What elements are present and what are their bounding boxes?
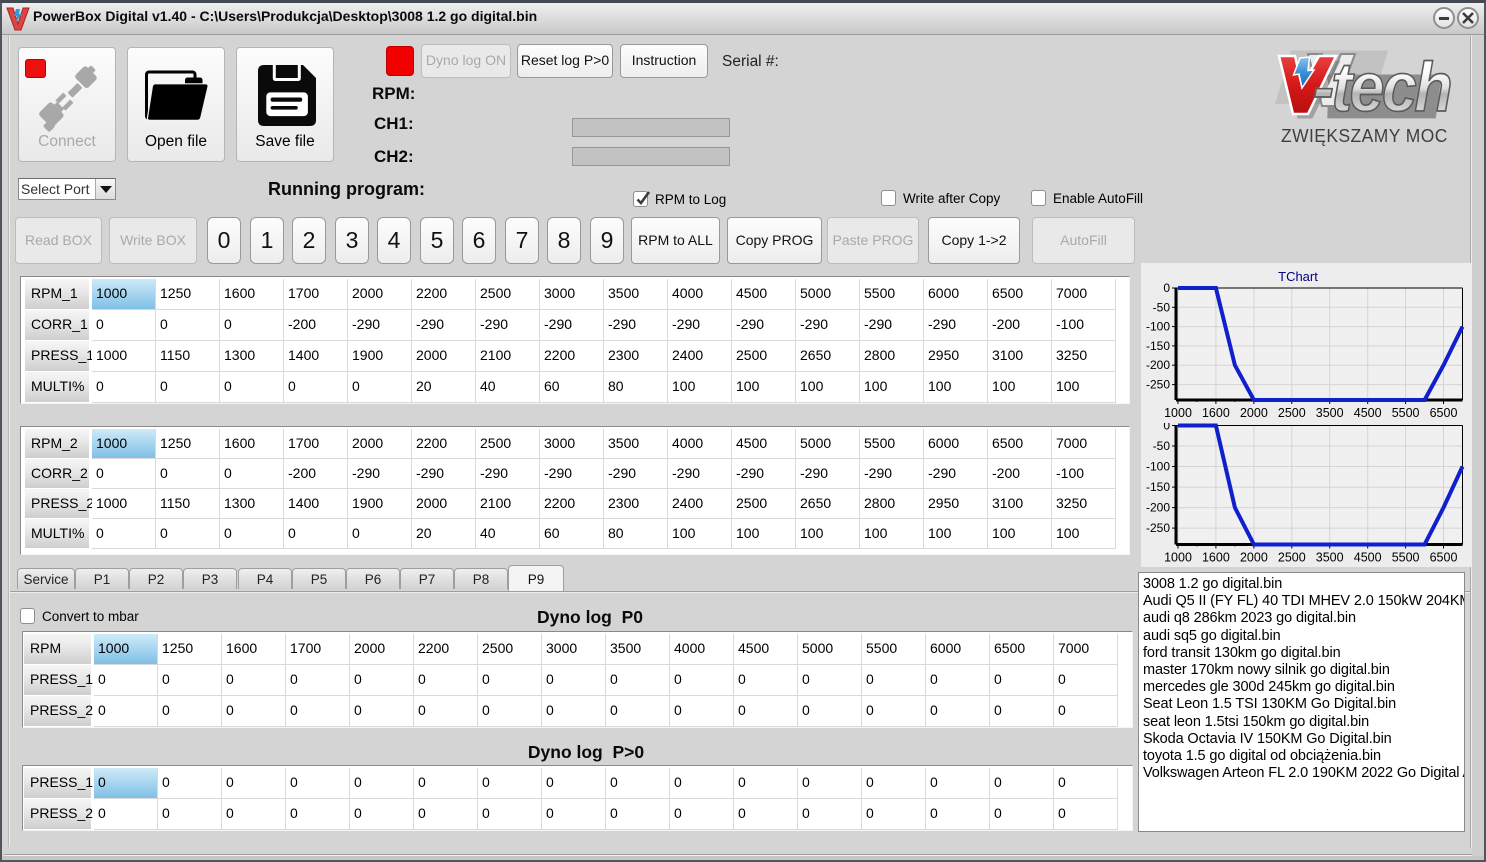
svg-text:-50: -50 bbox=[1153, 300, 1171, 314]
svg-text:-200: -200 bbox=[1146, 501, 1170, 515]
svg-text:0: 0 bbox=[1163, 423, 1170, 433]
svg-text:1000: 1000 bbox=[1164, 406, 1192, 420]
svg-text:-50: -50 bbox=[1153, 439, 1171, 453]
svg-text:1600: 1600 bbox=[1202, 551, 1230, 565]
svg-text:-100: -100 bbox=[1146, 320, 1170, 334]
svg-text:6500: 6500 bbox=[1430, 406, 1458, 420]
svg-text:-250: -250 bbox=[1146, 521, 1170, 535]
svg-text:4500: 4500 bbox=[1354, 406, 1382, 420]
svg-text:-250: -250 bbox=[1146, 378, 1170, 392]
svg-text:6500: 6500 bbox=[1430, 551, 1458, 565]
svg-text:2500: 2500 bbox=[1278, 551, 1306, 565]
svg-text:-100: -100 bbox=[1146, 460, 1170, 474]
svg-text:1000: 1000 bbox=[1164, 551, 1192, 565]
svg-text:4500: 4500 bbox=[1354, 551, 1382, 565]
svg-text:5500: 5500 bbox=[1392, 406, 1420, 420]
svg-text:3500: 3500 bbox=[1316, 551, 1344, 565]
svg-text:-150: -150 bbox=[1146, 339, 1170, 353]
svg-text:2500: 2500 bbox=[1278, 406, 1306, 420]
svg-text:5500: 5500 bbox=[1392, 551, 1420, 565]
svg-text:-200: -200 bbox=[1146, 358, 1170, 372]
svg-text:3500: 3500 bbox=[1316, 406, 1344, 420]
svg-text:TChart: TChart bbox=[1278, 269, 1318, 284]
svg-text:2000: 2000 bbox=[1240, 551, 1268, 565]
svg-text:1600: 1600 bbox=[1202, 406, 1230, 420]
svg-text:-150: -150 bbox=[1146, 480, 1170, 494]
svg-text:0: 0 bbox=[1163, 281, 1170, 295]
svg-text:2000: 2000 bbox=[1240, 406, 1268, 420]
